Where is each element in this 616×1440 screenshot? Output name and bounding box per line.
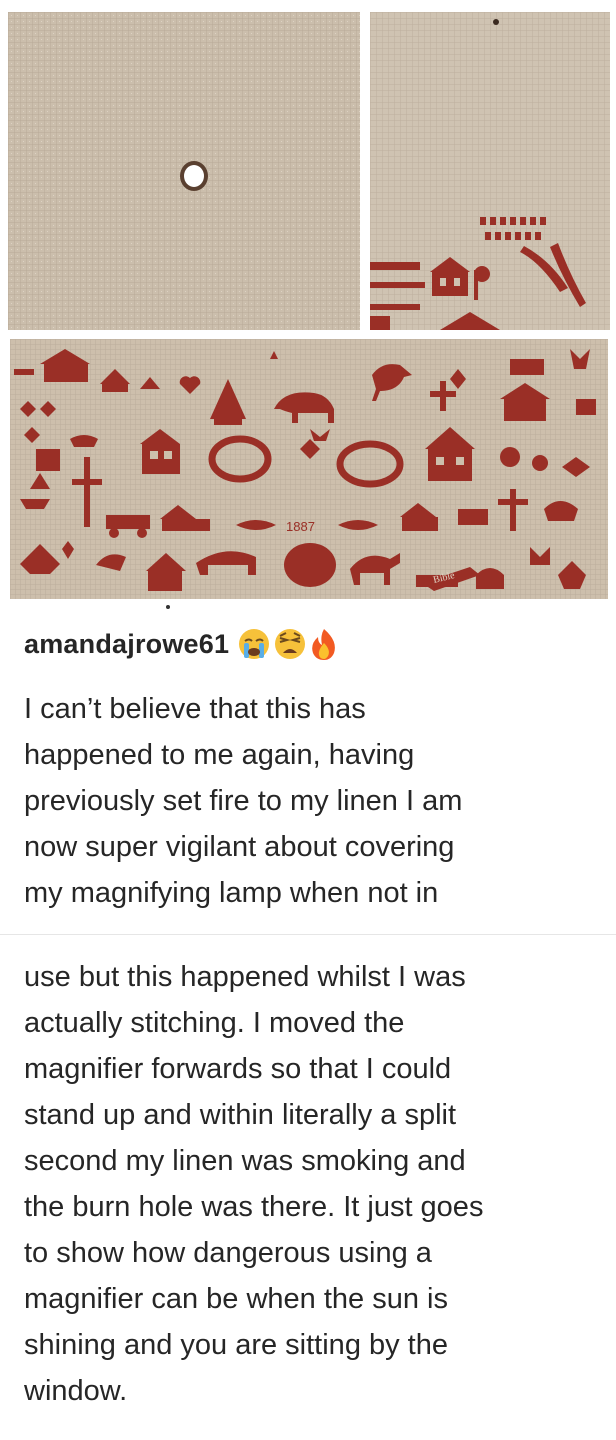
caption-line: stand up and within literally a split [24, 1099, 457, 1131]
weary-face-icon [275, 629, 306, 659]
crying-face-icon [239, 629, 270, 659]
username-emojis [237, 627, 339, 661]
divider-dot [166, 605, 170, 609]
username-link[interactable]: amandajrowe61 [24, 629, 229, 660]
caption-line: happened to me again, having [24, 739, 415, 771]
caption-line: second my linen was smoking and [24, 1145, 466, 1177]
photo-sampler-full[interactable]: 1887 Bible [10, 339, 608, 599]
photo-burn-hole[interactable] [8, 12, 360, 330]
caption-part-1: I can’t believe that this has happened t… [24, 686, 604, 916]
burn-hole-icon [180, 161, 208, 191]
post-header: amandajrowe61 [24, 620, 339, 668]
photo-sampler-corner[interactable] [370, 12, 610, 330]
caption-line: previously set fire to my linen I am [24, 785, 463, 817]
caption-line: now super vigilant about covering [24, 831, 455, 863]
caption-line: magnifier forwards so that I could [24, 1053, 452, 1085]
caption-line: magnifier can be when the sun is [24, 1283, 448, 1315]
caption-line: to show how dangerous using a [24, 1237, 432, 1269]
sampler-year-label: 1887 [286, 519, 315, 534]
screenshot-seam-divider [0, 934, 616, 935]
fire-icon [312, 629, 336, 660]
caption-part-2: use but this happened whilst I was actua… [24, 954, 604, 1414]
caption-line: the burn hole was there. It just goes [24, 1191, 484, 1223]
caption-line: use but this happened whilst I was [24, 961, 466, 993]
caption-line: I can’t believe that this has [24, 693, 366, 725]
caption-line: window. [24, 1375, 128, 1407]
caption-line: actually stitching. I moved the [24, 1007, 405, 1039]
caption-line: shining and you are sitting by the [24, 1329, 448, 1361]
caption-line: my magnifying lamp when not in [24, 877, 439, 909]
